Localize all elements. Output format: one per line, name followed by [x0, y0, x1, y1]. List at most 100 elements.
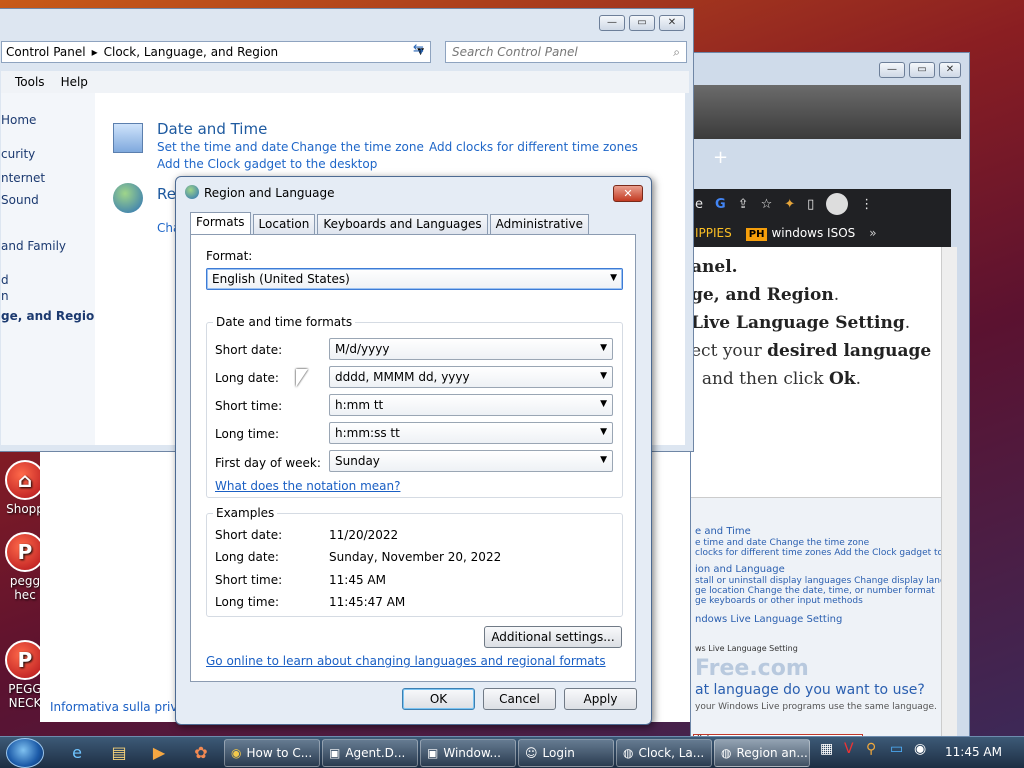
- tab-formats[interactable]: Formats: [190, 212, 251, 234]
- task-window[interactable]: ▣ Window...: [420, 739, 516, 767]
- example-label: Long date:: [215, 550, 279, 564]
- embed-text: e and Time: [695, 526, 751, 537]
- google-icon[interactable]: G: [715, 197, 726, 212]
- tray-network-icon[interactable]: ▦: [820, 741, 833, 757]
- chevron-down-icon: ▼: [600, 343, 607, 353]
- link-add-clocks[interactable]: Add clocks for different time zones: [429, 140, 638, 154]
- browser-close-button[interactable]: ✕: [939, 62, 961, 78]
- star-icon[interactable]: ☆: [761, 197, 773, 212]
- notation-help-link[interactable]: What does the notation mean?: [215, 479, 400, 493]
- cp-caption-buttons: — ▭ ✕: [599, 15, 685, 31]
- link-change-time-zone[interactable]: Change the time zone: [291, 140, 424, 154]
- tab-keyboards-languages[interactable]: Keyboards and Languages: [317, 214, 488, 234]
- first-day-select[interactable]: Sunday ▼: [329, 450, 613, 472]
- nav-item[interactable]: curity: [1, 147, 35, 161]
- new-tab-icon[interactable]: +: [713, 147, 728, 168]
- menu-tools[interactable]: Tools: [15, 75, 45, 89]
- breadcrumb-item[interactable]: Clock, Language, and Region: [104, 45, 279, 59]
- tray-display-icon[interactable]: ▭: [890, 741, 903, 757]
- nav-item[interactable]: d: [1, 273, 9, 287]
- task-login[interactable]: ☺ Login: [518, 739, 614, 767]
- additional-settings-button[interactable]: Additional settings...: [484, 626, 622, 648]
- calendar-clock-icon: [113, 123, 143, 153]
- folder-icon[interactable]: ▤: [106, 741, 132, 765]
- long-time-select[interactable]: h:mm:ss tt ▼: [329, 422, 613, 444]
- long-date-select[interactable]: dddd, MMMM dd, yyyy ▼: [329, 366, 613, 388]
- tab-location[interactable]: Location: [252, 214, 316, 234]
- article-line: and then click: [701, 369, 829, 389]
- browser-maximize-button[interactable]: ▭: [909, 62, 935, 78]
- date-time-formats-group: Date and time formats Short date: M/d/yy…: [206, 315, 623, 498]
- task-region-language[interactable]: ◍ Region an...: [714, 739, 810, 767]
- menu-kebab-icon[interactable]: ⋮: [860, 197, 873, 212]
- task-agent[interactable]: ▣ Agent.D...: [322, 739, 418, 767]
- tab-administrative[interactable]: Administrative: [489, 214, 590, 234]
- media-player-icon[interactable]: ▶: [146, 741, 172, 765]
- nav-item[interactable]: nternet: [1, 171, 45, 185]
- bookmark-item[interactable]: PH windows ISOS: [745, 226, 855, 241]
- short-date-label: Short date:: [215, 343, 283, 357]
- pegg-app-icon: P: [5, 532, 45, 572]
- category-title-date-time[interactable]: Date and Time: [157, 120, 267, 138]
- extensions-icon[interactable]: ✦: [784, 197, 795, 212]
- tray-antivirus-icon[interactable]: V: [844, 741, 854, 757]
- breadcrumb-item[interactable]: Control Panel: [6, 45, 86, 59]
- ph-badge: PH: [745, 228, 768, 241]
- task-clock-language[interactable]: ◍ Clock, La...: [616, 739, 712, 767]
- browser-tab-strip: +: [691, 85, 961, 168]
- browser-minimize-button[interactable]: —: [879, 62, 905, 78]
- cancel-button[interactable]: Cancel: [483, 688, 556, 710]
- online-help-link[interactable]: Go online to learn about changing langua…: [206, 654, 606, 668]
- cp-minimize-button[interactable]: —: [599, 15, 625, 31]
- breadcrumb-separator-icon: ▸: [91, 45, 98, 59]
- short-date-select[interactable]: M/d/yyyy ▼: [329, 338, 613, 360]
- chevron-down-icon: ▼: [600, 399, 607, 409]
- nav-item-active[interactable]: ge, and Region: [1, 309, 95, 323]
- refresh-icon[interactable]: ⇆: [413, 42, 424, 57]
- short-time-select[interactable]: h:mm tt ▼: [329, 394, 613, 416]
- cp-maximize-button[interactable]: ▭: [629, 15, 655, 31]
- dialog-close-button[interactable]: ✕: [613, 185, 643, 202]
- example-short-date: 11/20/2022: [329, 528, 399, 542]
- tray-search-icon[interactable]: ⚲: [866, 741, 876, 757]
- article-line-tail: .: [904, 313, 911, 333]
- profile-avatar[interactable]: [826, 193, 849, 215]
- format-label: Format:: [206, 249, 253, 263]
- start-button[interactable]: [6, 738, 44, 768]
- nav-item[interactable]: n: [1, 289, 9, 303]
- article-line-bold: desired language: [767, 341, 932, 361]
- nav-item[interactable]: Sound: [1, 193, 39, 207]
- internet-explorer-icon[interactable]: e: [64, 741, 90, 765]
- article-text: anel. ge, and Region. Live Language Sett…: [691, 253, 941, 393]
- menu-help[interactable]: Help: [61, 75, 88, 89]
- article-line-bold: Ok: [829, 369, 856, 389]
- nav-item[interactable]: and Family: [1, 239, 66, 253]
- share-icon[interactable]: ⇪: [738, 197, 749, 212]
- ok-button[interactable]: OK: [402, 688, 475, 710]
- article-line: ect your: [691, 341, 768, 361]
- task-chrome[interactable]: ◉ How to C...: [224, 739, 320, 767]
- bookmarks-bar: IPPIES PH windows ISOS »: [691, 219, 951, 247]
- more-bookmarks-icon[interactable]: »: [869, 226, 876, 240]
- taskbar-clock[interactable]: 11:45 AM: [945, 745, 1002, 759]
- tray-volume-icon[interactable]: ◉: [914, 741, 926, 757]
- example-label: Short date:: [215, 528, 283, 542]
- long-date-label: Long date:: [215, 371, 279, 385]
- browser-scrollbar[interactable]: [941, 247, 957, 737]
- apply-button[interactable]: Apply: [564, 688, 637, 710]
- cp-close-button[interactable]: ✕: [659, 15, 685, 31]
- link-add-clock-gadget[interactable]: Add the Clock gadget to the desktop: [157, 157, 377, 171]
- app-pinned-icon[interactable]: ✿: [188, 741, 214, 765]
- nav-item[interactable]: Home: [1, 113, 36, 127]
- category-title-region[interactable]: Re: [157, 185, 176, 203]
- format-select[interactable]: English (United States) ▼: [206, 268, 623, 290]
- article-line: anel.: [691, 257, 738, 277]
- sidebar-icon[interactable]: ▯: [807, 197, 814, 212]
- bookmark-item[interactable]: IPPIES: [695, 226, 732, 240]
- embed-brand: Free.com: [695, 656, 809, 681]
- embed-question: at language do you want to use?: [695, 682, 925, 698]
- embed-text: ge keyboards or other input methods: [695, 596, 863, 606]
- address-bar[interactable]: Control Panel ▸ Clock, Language, and Reg…: [1, 41, 431, 63]
- search-input[interactable]: Search Control Panel ⌕: [445, 41, 687, 63]
- link-set-time-date[interactable]: Set the time and date: [157, 140, 288, 154]
